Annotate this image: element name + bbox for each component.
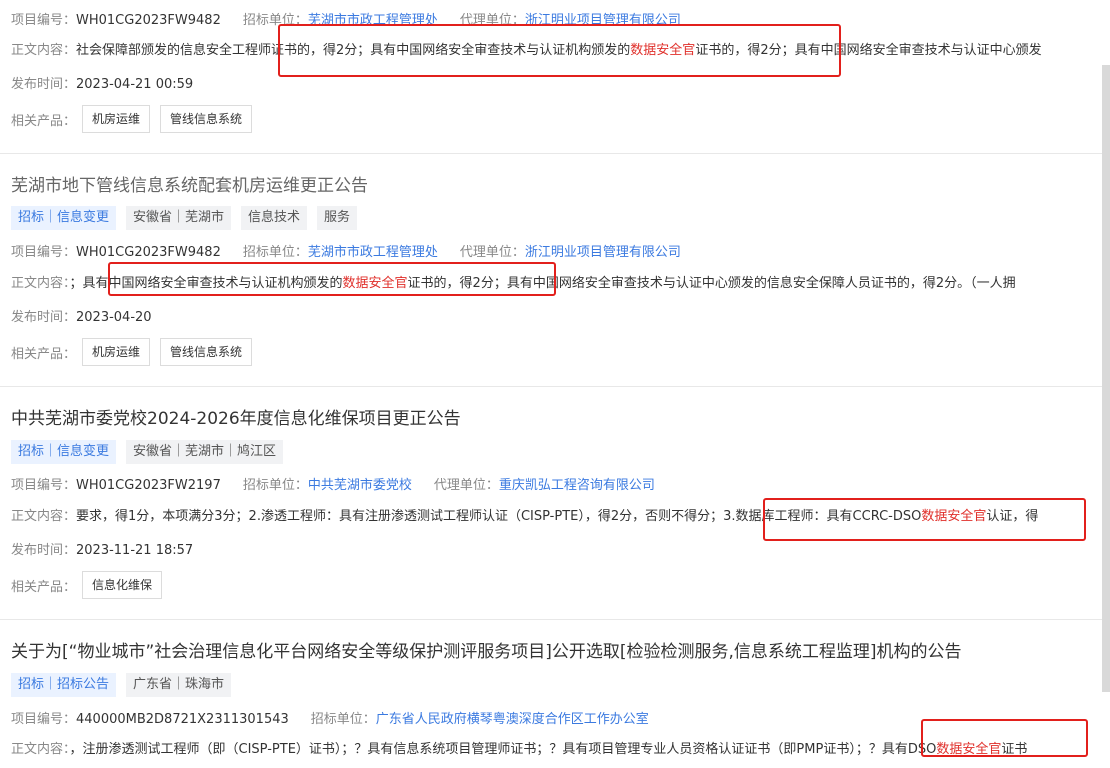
category-tag[interactable]: 招标｜信息变更 (11, 206, 117, 230)
tenderer-label: 招标单位： (242, 245, 308, 260)
publish-time-value: 2023-04-20 (76, 310, 152, 325)
project-meta-row: 项目编号：440000MB2D8721X2311301543 招标单位：广东省人民… (11, 708, 649, 727)
product-tag[interactable]: 管线信息系统 (160, 338, 253, 366)
related-products-label: 相关产品： (11, 346, 77, 362)
tender-result-list: 项目编号：WH01CG2023FW9482 招标单位：芜湖市市政工程管理处 代理单位… (0, 0, 1102, 768)
annotation-box (921, 719, 1088, 757)
tenderer-link[interactable]: 广东省人民政府横琴粤澳深度合作区工作办公室 (376, 712, 649, 727)
tenderer-label: 招标单位： (310, 712, 376, 727)
agent-label: 代理单位： (433, 478, 499, 493)
publish-time-row: 发布时间：2023-11-21 18:57 (11, 539, 193, 558)
notice-title[interactable]: 芜湖市地下管线信息系统配套机房运维更正公告 (11, 171, 368, 196)
project-no-label: 项目编号： (11, 712, 77, 727)
divider (0, 386, 1102, 387)
notice-title[interactable]: 关于为[“物业城市”社会治理信息化平台网络安全等级保护测评服务项目]公开选取[检… (11, 637, 962, 662)
content-label: 正文内容： (11, 509, 77, 524)
region-tag[interactable]: 安徽省｜芜湖市 (126, 206, 232, 230)
product-tag[interactable]: 信息化维保 (82, 571, 163, 599)
region-tag[interactable]: 广东省｜珠海市 (126, 673, 232, 697)
region-tag[interactable]: 安徽省｜芜湖市｜鸠江区 (126, 440, 284, 464)
related-products: 相关产品： 信息化维保 (11, 571, 172, 599)
related-products: 相关产品： 机房运维 管线信息系统 (11, 338, 262, 366)
category-tag[interactable]: 招标｜招标公告 (11, 673, 117, 697)
agent-link[interactable]: 浙江明业项目管理有限公司 (525, 245, 681, 260)
content-text-before: ，注册渗透测试工程师（即（CISP-PTE）证书）；？具有信息系统项目管理师证书… (69, 742, 937, 757)
publish-time-row: 发布时间：2023-04-20 (11, 306, 152, 325)
annotation-box (278, 24, 841, 77)
related-products: 相关产品： 机房运维 管线信息系统 (11, 105, 262, 133)
publish-time-label: 发布时间： (11, 310, 77, 325)
product-tag[interactable]: 机房运维 (82, 338, 151, 366)
category-tag[interactable]: 招标｜信息变更 (11, 440, 117, 464)
project-no-label: 项目编号： (11, 245, 77, 260)
project-no-value: WH01CG2023FW9482 (76, 245, 221, 260)
related-products-label: 相关产品： (11, 579, 77, 595)
publish-time-label: 发布时间： (11, 543, 77, 558)
product-tag[interactable]: 管线信息系统 (160, 105, 253, 133)
tag-row: 招标｜招标公告 广东省｜珠海市 (11, 673, 232, 697)
project-no-label: 项目编号： (11, 13, 77, 28)
tenderer-link[interactable]: 中共芜湖市委党校 (308, 478, 412, 493)
tag-row: 招标｜信息变更 安徽省｜芜湖市 信息技术 服务 (11, 206, 358, 230)
project-meta-row: 项目编号：WH01CG2023FW2197 招标单位：中共芜湖市委党校 代理单位：重… (11, 474, 655, 493)
publish-time-row: 发布时间：2023-04-21 00:59 (11, 73, 193, 92)
tag-row: 招标｜信息变更 安徽省｜芜湖市｜鸠江区 (11, 440, 284, 464)
content-label: 正文内容： (11, 742, 70, 757)
divider (0, 153, 1102, 154)
notice-title[interactable]: 中共芜湖市委党校2024-2026年度信息化维保项目更正公告 (11, 404, 461, 429)
project-no-value: WH01CG2023FW9482 (76, 13, 221, 28)
project-meta-row: 项目编号：WH01CG2023FW9482 招标单位：芜湖市市政工程管理处 代理单位… (11, 241, 681, 260)
project-no-value: 440000MB2D8721X2311301543 (76, 712, 289, 727)
publish-time-value: 2023-04-21 00:59 (76, 77, 194, 92)
annotation-box (108, 262, 556, 296)
content-label: 正文内容： (11, 43, 77, 58)
scrollbar-thumb[interactable] (1102, 65, 1110, 692)
agent-link[interactable]: 重庆凯弘工程咨询有限公司 (499, 478, 655, 493)
product-tag[interactable]: 机房运维 (82, 105, 151, 133)
publish-time-value: 2023-11-21 18:57 (76, 543, 194, 558)
industry-tag[interactable]: 信息技术 (241, 206, 308, 230)
agent-label: 代理单位： (459, 245, 525, 260)
tenderer-label: 招标单位： (242, 478, 308, 493)
type-tag[interactable]: 服务 (317, 206, 358, 230)
related-products-label: 相关产品： (11, 113, 77, 129)
project-no-value: WH01CG2023FW2197 (76, 478, 221, 493)
publish-time-label: 发布时间： (11, 77, 77, 92)
tenderer-link[interactable]: 芜湖市市政工程管理处 (308, 245, 438, 260)
divider (0, 619, 1102, 620)
project-no-label: 项目编号： (11, 478, 77, 493)
annotation-box (763, 498, 1086, 541)
content-label: 正文内容： (11, 276, 70, 291)
